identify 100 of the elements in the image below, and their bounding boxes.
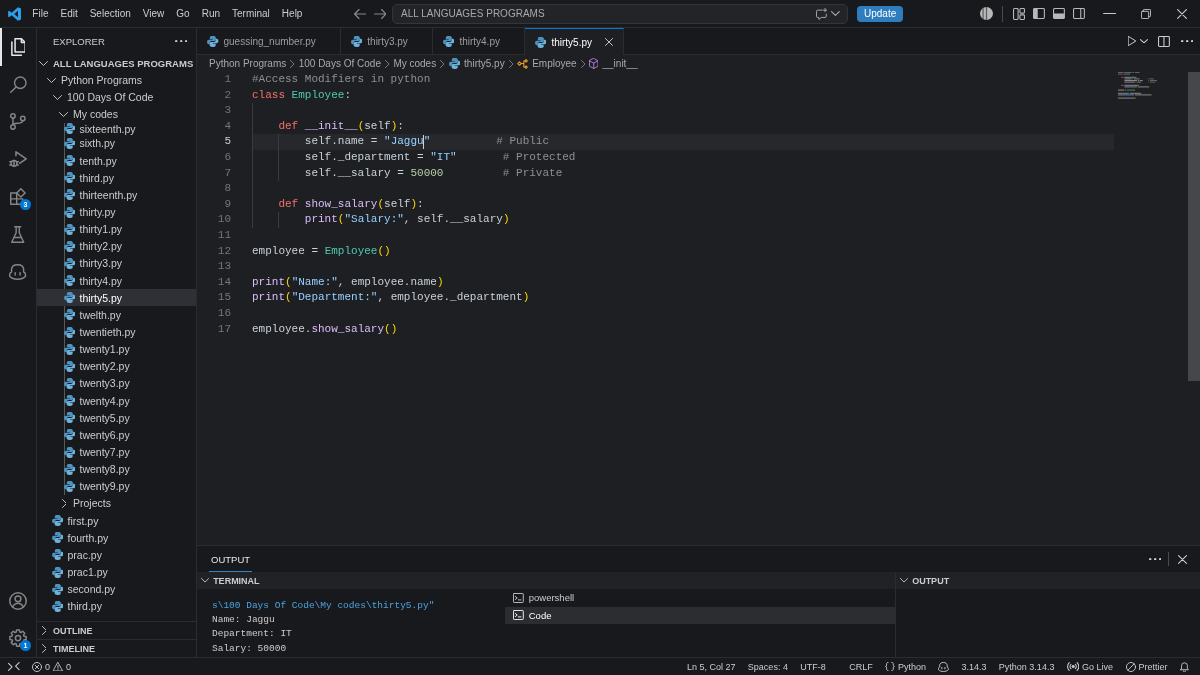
python-version[interactable]: 3.14.3: [955, 658, 993, 675]
code-line: print("Salary:", self.__salary): [303, 213, 510, 226]
search-icon: [9, 75, 27, 93]
terminal-session[interactable]: powershell: [505, 589, 895, 607]
branch-icon: [10, 113, 26, 131]
editor-tab[interactable]: thirty3.py: [340, 28, 433, 54]
code-line: class Employee:: [252, 88, 352, 101]
error-icon: [32, 661, 42, 672]
terminal-session[interactable]: Code: [505, 606, 895, 624]
tree-item[interactable]: fourth.py: [37, 529, 196, 547]
tree-item[interactable]: twenty1.py: [37, 340, 196, 358]
python-file-icon: [63, 138, 75, 149]
tree-item[interactable]: twenty9.py: [37, 477, 196, 495]
python-file-icon: [442, 35, 455, 47]
section-header[interactable]: TERMINAL: [197, 572, 895, 589]
menu-item[interactable]: Run: [195, 5, 227, 22]
menu-item[interactable]: Edit: [54, 5, 84, 22]
tree-item[interactable]: prac.py: [37, 546, 196, 564]
breadcrumb-item[interactable]: 100 Days Of Code: [298, 58, 381, 69]
tree-item[interactable]: thirty1.py: [37, 220, 196, 238]
editor-tab[interactable]: thirty4.py: [432, 28, 525, 54]
terminal-line: Salary: 50000: [212, 641, 287, 656]
cursor-position[interactable]: Ln 5, Col 27: [680, 658, 742, 675]
indentation-status[interactable]: Spaces: 4: [741, 658, 795, 675]
python-file-icon: [51, 515, 63, 527]
line-number: 14: [216, 274, 231, 290]
tree-item[interactable]: thirty2.py: [37, 237, 196, 255]
tree-item[interactable]: twenty3.py: [37, 374, 196, 393]
tree-item[interactable]: twenty7.py: [37, 443, 196, 461]
tree-item[interactable]: thirty5.py: [37, 289, 196, 307]
tree-item[interactable]: twenty5.py: [37, 409, 196, 427]
tree-item[interactable]: Python Programs: [37, 71, 196, 89]
python-file-icon: [51, 532, 63, 544]
python-file-icon: [63, 223, 75, 235]
close-icon: [1177, 8, 1187, 19]
editor-tab[interactable]: guessing_number.py: [197, 28, 341, 54]
python-file-icon: [63, 257, 75, 269]
python-file-icon: [63, 360, 75, 372]
line-number: 4: [223, 118, 231, 134]
tree-item[interactable]: thirty4.py: [37, 272, 196, 290]
tree-item[interactable]: Projects: [37, 494, 196, 512]
python-file-icon: [207, 35, 219, 47]
menu-item[interactable]: Go: [170, 5, 196, 22]
menu-item[interactable]: Help: [275, 5, 309, 22]
tree-item[interactable]: sixteenth.py: [37, 122, 196, 135]
line-number: 8: [223, 181, 231, 197]
command-center[interactable]: ALL LANGUAGES PROGRAMS: [392, 3, 848, 24]
update-button[interactable]: Update: [857, 5, 904, 22]
sidebar-right-icon: [1073, 8, 1085, 19]
scrollbar-thumb[interactable]: [1188, 72, 1200, 381]
line-number: 9: [223, 196, 231, 212]
go-live-button[interactable]: Go Live: [1060, 658, 1120, 675]
tree-item[interactable]: twenty4.py: [37, 392, 196, 410]
editor-tab[interactable]: thirty5.py: [524, 28, 625, 55]
tree-item[interactable]: 100 Days Of Code: [37, 88, 196, 106]
breadcrumb-item[interactable]: Python Programs: [209, 58, 287, 69]
python-file-icon: [63, 240, 75, 252]
line-number: 5: [223, 134, 231, 150]
tree-item[interactable]: tenth.py: [37, 152, 196, 170]
tree-item[interactable]: second.py: [37, 580, 196, 598]
breadcrumb-item[interactable]: __init__: [589, 58, 638, 69]
tree-item[interactable]: prac1.py: [37, 563, 196, 581]
code-line: print("Name:", employee.name): [252, 275, 444, 288]
python-file-icon: [63, 155, 75, 167]
flask-icon: [11, 225, 25, 243]
menu-item[interactable]: Selection: [83, 5, 137, 22]
python-file-icon: [63, 189, 75, 201]
more-icon: [1180, 39, 1194, 43]
tree-item[interactable]: thirty3.py: [37, 254, 196, 273]
prettier-status[interactable]: Prettier: [1119, 658, 1174, 675]
encoding-status[interactable]: UTF-8: [794, 658, 832, 675]
breadcrumb-item[interactable]: My codes: [393, 58, 437, 69]
menu-item[interactable]: Terminal: [226, 5, 276, 22]
tree-item[interactable]: twenty8.py: [37, 460, 196, 478]
menu-item[interactable]: View: [136, 5, 171, 22]
breadcrumb-item[interactable]: Employee: [517, 58, 577, 69]
section-header[interactable]: OUTLINE: [37, 621, 196, 639]
tree-item[interactable]: twentieth.py: [37, 323, 196, 341]
python-interpreter[interactable]: Python 3.14.3: [992, 658, 1061, 675]
section-header[interactable]: OUTPUT: [896, 572, 1200, 589]
tree-item[interactable]: twenty6.py: [37, 426, 196, 444]
problems-button[interactable]: 0 0: [28, 658, 75, 675]
tree-item[interactable]: thirty.py: [37, 203, 196, 221]
menu-item[interactable]: File: [26, 5, 55, 22]
tree-item[interactable]: twelth.py: [37, 306, 196, 324]
tree-item[interactable]: sixth.py: [37, 134, 196, 153]
tree-item[interactable]: third.py: [37, 169, 196, 187]
tree-item[interactable]: third.py: [37, 597, 196, 615]
tree-item[interactable]: first.py: [37, 512, 196, 530]
python-file-icon: [51, 600, 63, 612]
tree-item[interactable]: My codes: [37, 105, 196, 123]
tree-item[interactable]: thirteenth.py: [37, 186, 196, 204]
line-ending-status[interactable]: CRLF: [842, 658, 879, 675]
line-number: 16: [216, 305, 231, 321]
terminal-line: Name: Jaggu: [212, 613, 275, 628]
breadcrumb-item[interactable]: thirty5.py: [448, 58, 505, 69]
tree-item[interactable]: twenty2.py: [37, 357, 196, 375]
language-mode[interactable]: Python: [878, 658, 933, 675]
terminal-line: Department: IT: [212, 627, 292, 642]
tree-item[interactable]: ALL LANGUAGES PROGRAMS: [37, 54, 196, 72]
